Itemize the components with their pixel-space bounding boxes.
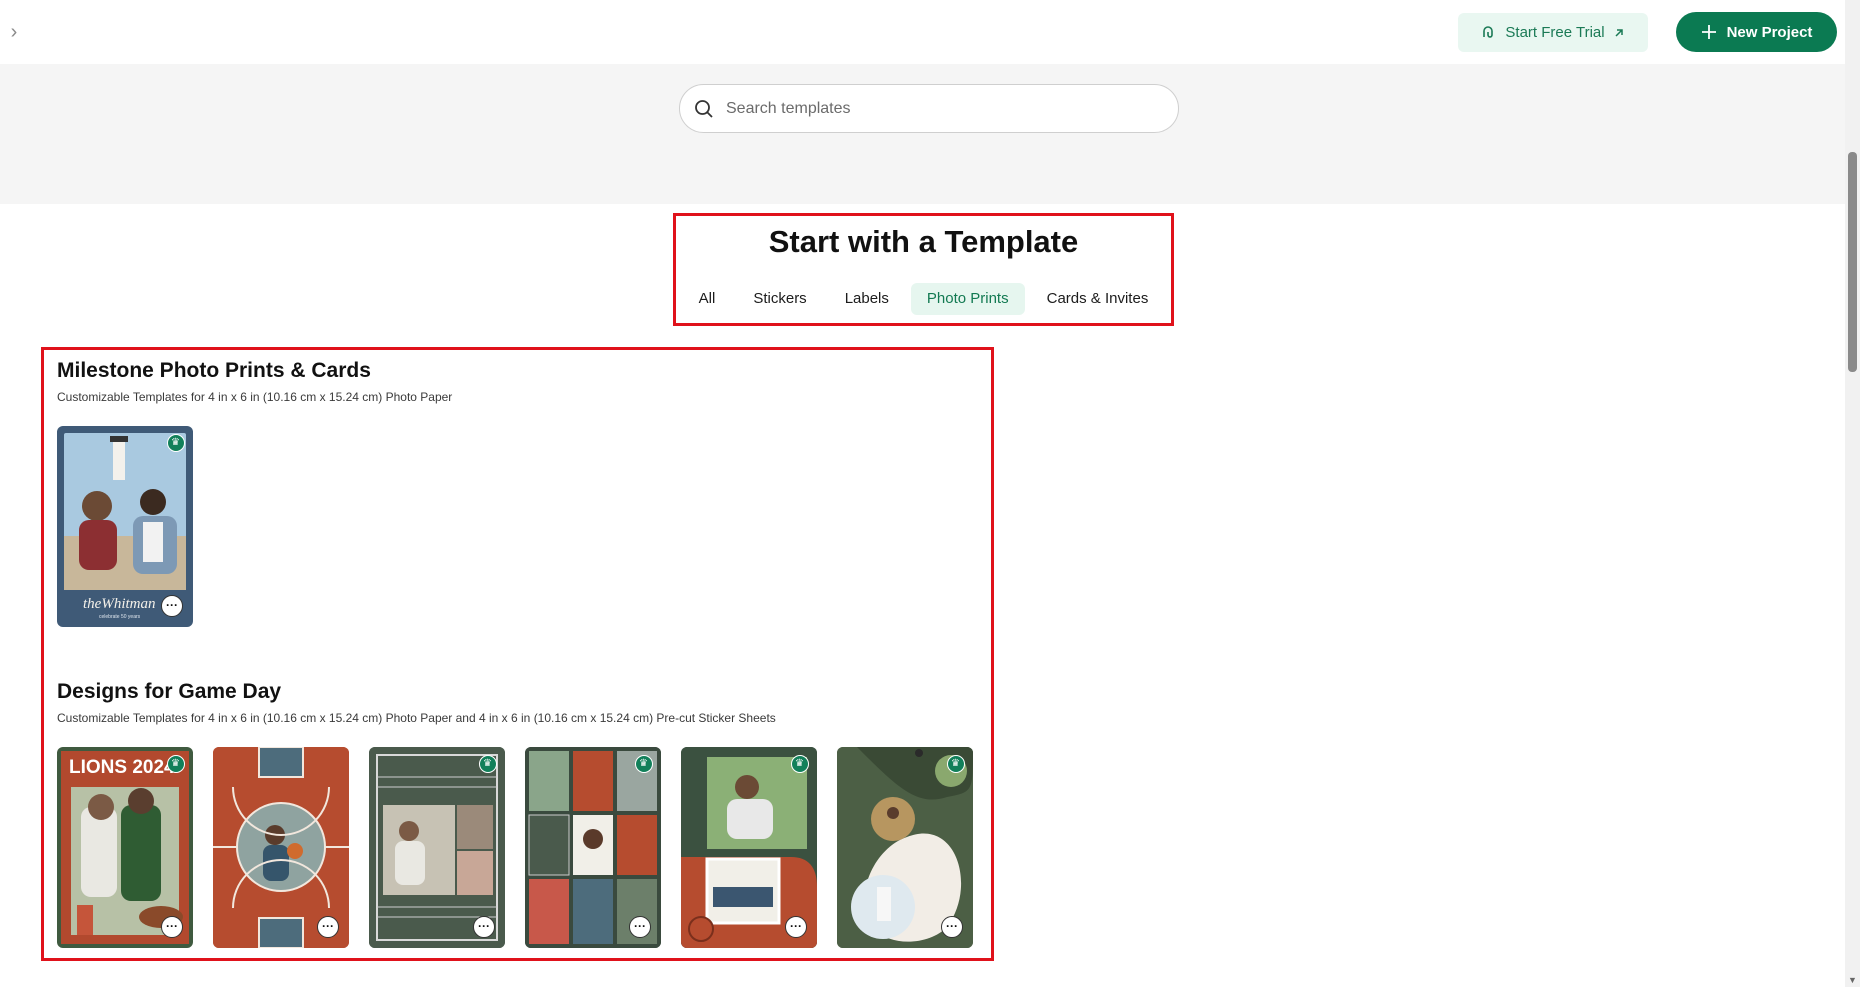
premium-crown-icon — [167, 755, 185, 773]
premium-crown-icon — [947, 755, 965, 773]
start-free-trial-button[interactable]: Start Free Trial — [1458, 13, 1648, 52]
premium-crown-icon — [791, 755, 809, 773]
card-caption-sub: celebrate 50 years — [99, 614, 141, 620]
search-icon — [695, 99, 713, 118]
top-bar: › Start Free Trial New Project — [0, 0, 1860, 64]
tab-all[interactable]: All — [683, 283, 732, 315]
section-subtitle-milestone: Customizable Templates for 4 in x 6 in (… — [57, 390, 453, 404]
template-card[interactable]: theWhitman celebrate 50 years ··· — [57, 426, 193, 627]
page-title: Start with a Template — [768, 224, 1079, 259]
premium-crown-icon — [479, 755, 497, 773]
scroll-down-arrow-icon[interactable]: ▼ — [1847, 975, 1858, 985]
template-card[interactable]: ··· — [213, 747, 349, 948]
search-input[interactable] — [726, 99, 1126, 118]
more-options-button[interactable]: ··· — [161, 916, 183, 938]
category-tabs: All Stickers Labels Photo Prints Cards &… — [676, 283, 1171, 315]
more-options-button[interactable]: ··· — [317, 916, 339, 938]
template-card[interactable]: LIONS 2024 ··· — [57, 747, 193, 948]
section-title-milestone: Milestone Photo Prints & Cards — [57, 359, 371, 382]
premium-crown-icon — [167, 434, 185, 452]
template-card[interactable]: ··· — [369, 747, 505, 948]
template-card[interactable]: ··· — [837, 747, 973, 948]
template-sections-highlight: Milestone Photo Prints & Cards Customiza… — [41, 347, 994, 961]
scrollbar-thumb[interactable] — [1848, 152, 1857, 372]
tab-photo-prints[interactable]: Photo Prints — [910, 283, 1025, 315]
more-options-button[interactable]: ··· — [941, 916, 963, 938]
external-arrow-icon — [1615, 28, 1623, 37]
template-header-highlight: Start with a Template All Stickers Label… — [673, 213, 1174, 326]
premium-crown-icon — [635, 755, 653, 773]
trial-icon — [1483, 25, 1494, 38]
template-card[interactable]: ··· — [525, 747, 661, 948]
section-subtitle-game-day: Customizable Templates for 4 in x 6 in (… — [57, 711, 776, 725]
search-box[interactable] — [679, 84, 1179, 133]
card-caption: theWhitman — [83, 596, 156, 612]
tab-labels[interactable]: Labels — [829, 283, 905, 315]
page-scrollbar[interactable]: ▼ — [1845, 0, 1860, 987]
more-options-button[interactable]: ··· — [629, 916, 651, 938]
expand-sidebar-chevron-icon[interactable]: › — [4, 20, 24, 44]
tab-cards-invites[interactable]: Cards & Invites — [1031, 283, 1165, 315]
template-card[interactable]: ··· — [681, 747, 817, 948]
new-project-button[interactable]: New Project — [1676, 12, 1837, 52]
card-caption: LIONS 2024 — [69, 757, 175, 778]
section-title-game-day: Designs for Game Day — [57, 680, 282, 703]
plus-icon — [1701, 25, 1716, 39]
wave-divider — [0, 150, 1845, 191]
more-options-button[interactable]: ··· — [473, 916, 495, 938]
more-options-button[interactable]: ··· — [161, 595, 183, 617]
new-project-label: New Project — [1726, 23, 1813, 41]
start-free-trial-label: Start Free Trial — [1505, 24, 1605, 41]
tab-stickers[interactable]: Stickers — [737, 283, 822, 315]
more-options-button[interactable]: ··· — [785, 916, 807, 938]
